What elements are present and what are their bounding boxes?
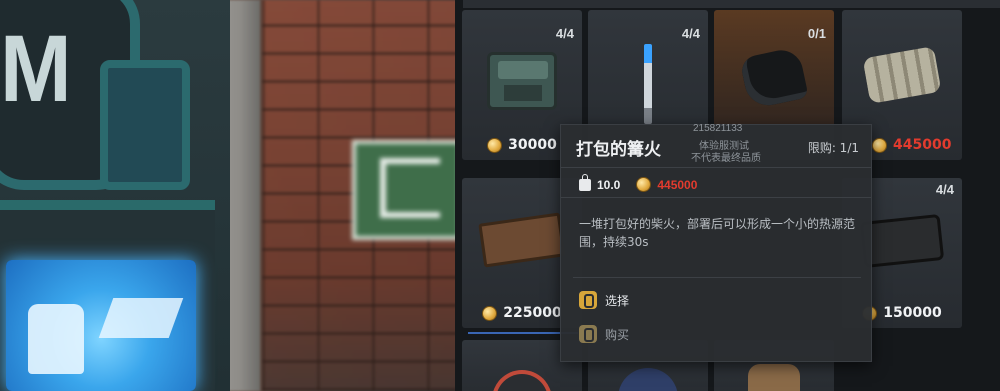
buy-label: 购买 [605,327,630,342]
buy-action[interactable]: 购买 [579,325,629,343]
watermark-id: 215821133 [693,123,743,134]
item-price: 150000 [883,305,942,321]
divider [573,277,861,278]
stock-count: 4/4 [935,182,954,197]
item-price: 225000 [503,305,562,321]
key-hint-icon [579,325,597,343]
wing-icon [98,298,184,338]
exit-sign [352,140,462,240]
stock-count: 0/1 [807,26,826,41]
backpack-icon [748,364,800,391]
ammo-crate-icon [478,212,566,268]
item-stats: 10.0 445000 [579,173,698,192]
vending-machine: M [0,0,230,391]
syringe-icon [644,44,652,124]
select-action[interactable]: 选择 [579,291,629,309]
item-price: 445000 [657,177,698,192]
item-weight: 10.0 [597,177,621,192]
watermark-text: 不代表最终品质 [691,153,761,164]
stock-count: 4/4 [555,26,574,41]
divider [561,197,871,198]
select-label: 选择 [605,293,630,308]
hard-case-icon [859,213,945,269]
machine-panel [100,60,190,190]
coin-icon [487,137,503,153]
coin-icon [482,305,498,321]
armor-vendor-screen [6,260,196,391]
item-price: 445000 [893,137,952,153]
key-hint-icon [579,291,597,309]
vest-icon [28,304,84,374]
shop-top-bar [463,0,1000,8]
item-price: 30000 [508,137,557,153]
item-description: 一堆打包好的柴火，部署后可以形成一个小的热源范围，持续30s [579,217,856,249]
item-name: 打包的篝火 [576,140,661,160]
coin-icon [636,177,652,192]
firewood-bundle-icon [862,46,942,104]
coin-icon [872,137,887,153]
coal-icon [739,46,809,110]
purchase-limit: 限购: 1/1 [807,141,859,155]
game-world-background: M [0,0,470,391]
weight-icon [579,173,591,191]
stock-count: 4/4 [681,26,700,41]
item-tooltip: 打包的篝火 215821133 体验服测试 不代表最终品质 限购: 1/1 10… [560,123,872,362]
medical-bag-icon [487,52,557,110]
divider [561,167,871,168]
helmet-icon [618,368,678,391]
game-screen: M 4/4 30000 4/4 0/1 445000 225000 4/4 15… [0,0,1000,391]
helmet-icon [492,370,552,391]
